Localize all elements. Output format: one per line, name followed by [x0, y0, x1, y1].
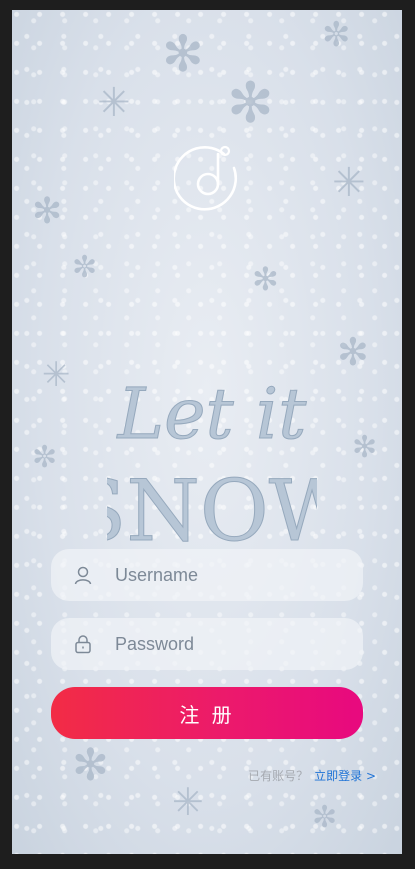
snowflake-icon: ✼: [72, 251, 98, 284]
password-field[interactable]: [51, 618, 363, 670]
login-link[interactable]: 立即登录 >: [314, 769, 376, 783]
music-note-circle-icon: [172, 140, 240, 212]
snowflake-icon: ✻: [162, 26, 204, 82]
snowflake-icon: ✼: [322, 16, 351, 54]
register-button[interactable]: 注 册: [51, 687, 363, 739]
snowflake-icon: ✻: [32, 190, 63, 231]
snowflake-icon: ✳: [97, 81, 131, 125]
password-input[interactable]: [113, 632, 347, 656]
username-field[interactable]: [51, 549, 363, 601]
snowflake-icon: ✳: [332, 161, 366, 205]
snowflake-icon: ✳: [42, 356, 71, 394]
login-question: 已有账号？: [248, 769, 309, 783]
lock-icon: [73, 634, 93, 654]
register-screen: ✻ ✳ ✻ ✼ ✻ ✳ ✼ ✻ ✻ ✳ ✼ ✻ ✻ ✳ ✼ Let it SNO…: [12, 10, 402, 854]
snowflake-icon: ✻: [337, 332, 369, 374]
user-icon: [73, 565, 93, 585]
snowflake-icon: ✼: [312, 801, 338, 834]
username-input[interactable]: [113, 563, 347, 587]
snowflake-icon: ✳: [172, 782, 204, 824]
snowflake-icon: ✻: [227, 71, 274, 134]
art-line-1: Let it: [116, 373, 308, 455]
snowflake-icon: ✼: [32, 441, 58, 474]
snowflake-icon: ✻: [252, 261, 279, 297]
snowflake-icon: ✻: [72, 741, 109, 790]
art-line-2: SNOW: [107, 462, 317, 560]
login-prompt: 已有账号？ 立即登录 >: [248, 767, 376, 784]
let-it-snow-artwork: Let it SNOW: [68, 360, 356, 561]
snowflake-icon: ✻: [352, 431, 378, 464]
